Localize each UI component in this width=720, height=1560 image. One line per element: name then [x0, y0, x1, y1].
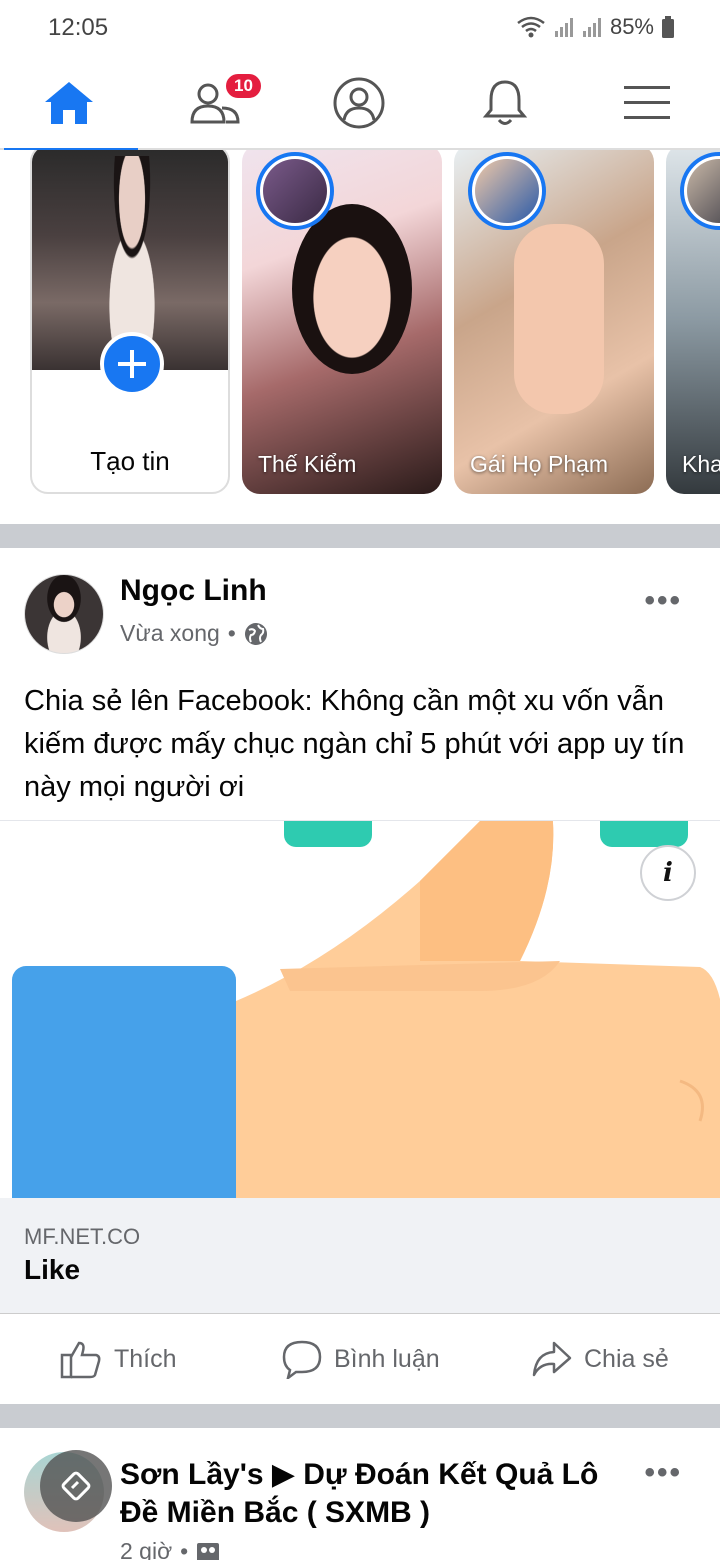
post-meta: Vừa xong •	[120, 620, 268, 647]
story-card[interactable]: Thế Kiểm	[242, 150, 442, 494]
share-label: Chia sẻ	[584, 1344, 669, 1373]
thumbs-up-illustration	[12, 821, 720, 1198]
story-avatar	[680, 152, 720, 230]
signal-icon-2	[582, 18, 601, 37]
story-card[interactable]: Kha	[666, 150, 720, 494]
comment-button[interactable]: Bình luận	[282, 1314, 440, 1404]
link-caption[interactable]: MF.NET.CO Like	[0, 1198, 720, 1314]
post-author[interactable]: Sơn Lầy's ▶ Dự Đoán Kết Quả Lô Đề Miền B…	[120, 1456, 640, 1532]
comment-icon	[282, 1340, 322, 1379]
link-title: Like	[24, 1254, 81, 1285]
meta-separator: •	[227, 620, 236, 646]
tab-friends[interactable]: 10	[146, 56, 284, 150]
thumbs-up-icon	[60, 1341, 101, 1379]
plus-icon[interactable]	[100, 332, 164, 396]
status-time: 12:05	[48, 14, 109, 41]
ad-info-button[interactable]: i	[640, 845, 696, 901]
avatar[interactable]	[24, 574, 104, 654]
meta-separator: •	[180, 1538, 189, 1560]
link-domain: MF.NET.CO	[24, 1224, 141, 1249]
comment-label: Bình luận	[334, 1344, 440, 1373]
battery-icon	[662, 16, 674, 38]
story-avatar	[256, 152, 334, 230]
post-time[interactable]: 2 giờ	[120, 1538, 172, 1560]
hamburger-menu-icon	[624, 86, 670, 119]
tab-menu[interactable]	[578, 56, 716, 150]
post-header: Ngọc Linh Vừa xong • •••	[0, 548, 720, 668]
story-photo	[514, 224, 604, 414]
home-icon	[45, 82, 93, 124]
profile-icon	[333, 77, 385, 129]
friends-badge: 10	[224, 72, 263, 100]
status-bar: 12:05 85%	[0, 0, 720, 56]
like-button[interactable]: Thích	[60, 1314, 177, 1404]
post-more-options-icon[interactable]: •••	[644, 1456, 682, 1490]
floating-overlay-button[interactable]	[40, 1450, 112, 1522]
share-icon	[532, 1341, 572, 1377]
like-label: Thích	[114, 1344, 177, 1373]
post-meta: 2 giờ •	[120, 1538, 220, 1560]
post-time[interactable]: Vừa xong	[120, 620, 220, 647]
post-more-options-icon[interactable]: •••	[644, 584, 682, 618]
stories-tray: Tạo tin Thế Kiểm Gái Họ Phạm Kha	[0, 150, 720, 524]
story-name: Thế Kiểm	[258, 451, 357, 477]
link-preview-image[interactable]: i	[0, 820, 720, 1198]
create-story-label: Tạo tin	[90, 446, 170, 476]
post-author[interactable]: Ngọc Linh	[120, 574, 267, 608]
group-icon	[197, 1542, 220, 1560]
globe-icon	[244, 622, 267, 645]
battery-percent: 85%	[609, 14, 654, 39]
post-actions: Thích Bình luận Chia sẻ	[0, 1314, 720, 1404]
tab-notifications[interactable]	[436, 56, 574, 150]
story-photo	[292, 204, 412, 374]
status-icons: 85%	[516, 14, 674, 40]
post-text: Chia sẻ lên Facebook: Không cần một xu v…	[24, 685, 685, 803]
story-card[interactable]: Gái Họ Phạm	[454, 150, 654, 494]
bell-icon	[482, 80, 528, 125]
story-avatar	[468, 152, 546, 230]
create-story-card[interactable]: Tạo tin	[30, 150, 230, 494]
wifi-icon	[517, 16, 545, 38]
section-divider	[0, 1404, 720, 1428]
tab-profile[interactable]	[290, 56, 428, 150]
rotate-screen-icon	[61, 1471, 91, 1501]
section-divider	[0, 524, 720, 548]
tab-home[interactable]	[0, 56, 138, 152]
top-nav-bar: 10	[0, 56, 720, 152]
story-name: Kha	[682, 451, 720, 477]
story-name: Gái Họ Phạm	[470, 451, 609, 477]
share-button[interactable]: Chia sẻ	[532, 1314, 669, 1404]
signal-icon	[554, 18, 573, 37]
